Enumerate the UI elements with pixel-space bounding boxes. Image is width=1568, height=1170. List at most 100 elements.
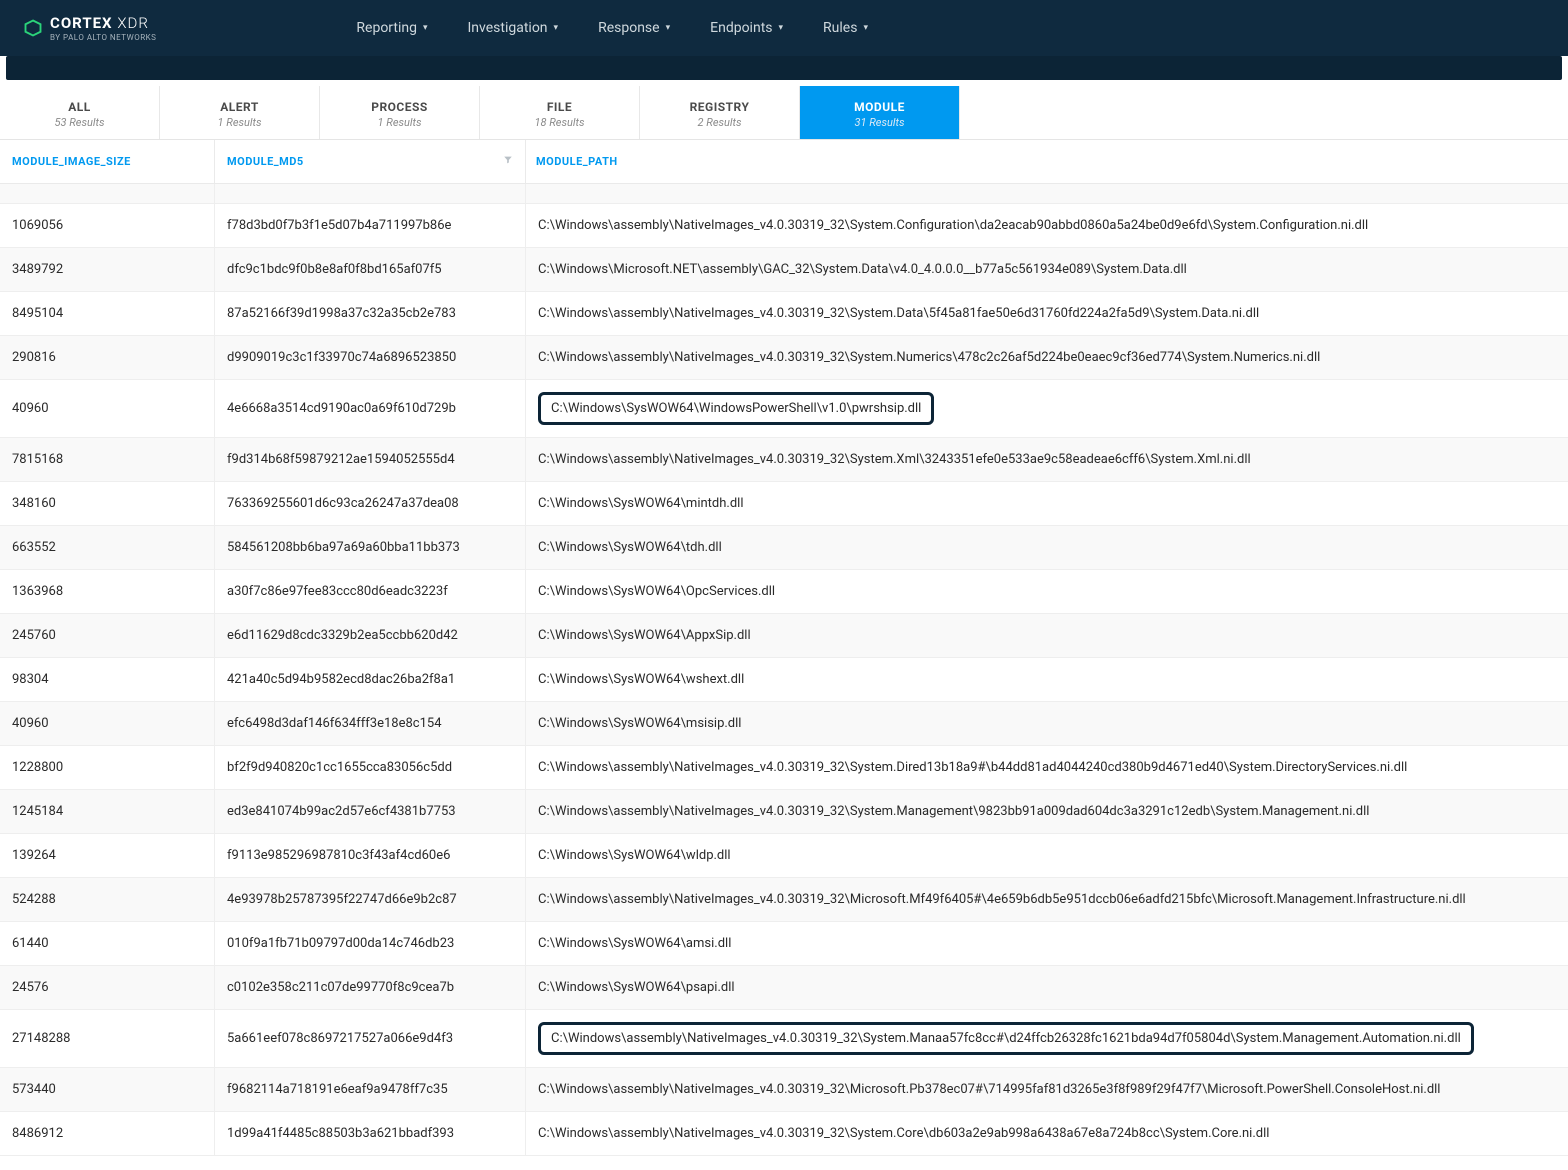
table-row[interactable]: 245760e6d11629d8cdc3329b2ea5ccbb620d42C:… xyxy=(0,614,1568,658)
cell-image-size: 61440 xyxy=(0,922,215,965)
tabs-row: ALL53 ResultsALERT1 ResultsPROCESS1 Resu… xyxy=(0,86,1568,140)
tab-label: REGISTRY xyxy=(640,100,799,114)
highlighted-path: C:\Windows\assembly\NativeImages_v4.0.30… xyxy=(538,1022,1474,1055)
cell-md5: 421a40c5d94b9582ecd8dac26ba2f8a1 xyxy=(215,658,526,701)
tab-sublabel: 18 Results xyxy=(480,116,639,129)
cell-image-size: 7815168 xyxy=(0,438,215,481)
tab-label: ALL xyxy=(0,100,159,114)
table-row[interactable]: 61440010f9a1fb71b09797d00da14c746db23C:\… xyxy=(0,922,1568,966)
table-row[interactable]: 84869121d99a41f4485c88503b3a621bbadf393C… xyxy=(0,1112,1568,1156)
tab-module[interactable]: MODULE 31 Results xyxy=(800,86,960,139)
cell-image-size: 1228800 xyxy=(0,746,215,789)
partial-row-top xyxy=(0,184,1568,204)
cell-image-size: 98304 xyxy=(0,658,215,701)
tab-sublabel: 31 Results xyxy=(800,116,959,129)
cell-md5: f9113e985296987810c3f43af4cd60e6 xyxy=(215,834,526,877)
tab-label: MODULE xyxy=(800,100,959,114)
cell-md5: f9d314b68f59879212ae1594052555d4 xyxy=(215,438,526,481)
cell-md5: 1d99a41f4485c88503b3a621bbadf393 xyxy=(215,1112,526,1155)
cell-image-size: 8495104 xyxy=(0,292,215,335)
nav-item-response[interactable]: Response ▾ xyxy=(598,20,670,36)
table-row[interactable]: 40960efc6498d3daf146f634fff3e18e8c154C:\… xyxy=(0,702,1568,746)
cell-md5: 4e6668a3514cd9190ac0a69f610d729b xyxy=(215,380,526,437)
cell-path: C:\Windows\SysWOW64\tdh.dll xyxy=(526,526,1568,569)
cell-image-size: 1363968 xyxy=(0,570,215,613)
tab-sublabel: 1 Results xyxy=(160,116,319,129)
cell-image-size: 245760 xyxy=(0,614,215,657)
cell-image-size: 24576 xyxy=(0,966,215,1009)
cell-image-size: 8486912 xyxy=(0,1112,215,1155)
cell-path: C:\Windows\assembly\NativeImages_v4.0.30… xyxy=(526,336,1568,379)
tab-label: ALERT xyxy=(160,100,319,114)
cell-image-size: 40960 xyxy=(0,380,215,437)
table-row[interactable]: 7815168f9d314b68f59879212ae1594052555d4C… xyxy=(0,438,1568,482)
table-row[interactable]: 1228800bf2f9d940820c1cc1655cca83056c5ddC… xyxy=(0,746,1568,790)
table-row[interactable]: 3489792dfc9c1bdc9f0b8e8af0f8bd165af07f5C… xyxy=(0,248,1568,292)
cell-md5: 010f9a1fb71b09797d00da14c746db23 xyxy=(215,922,526,965)
brand-logo[interactable]: CORTEX XDR BY PALO ALTO NETWORKS xyxy=(24,14,156,42)
nav-item-reporting[interactable]: Reporting▾ xyxy=(356,20,427,36)
cell-image-size: 1069056 xyxy=(0,204,215,247)
brand-name: CORTEX XDR xyxy=(50,14,156,32)
cell-image-size: 663552 xyxy=(0,526,215,569)
logo-icon xyxy=(24,19,42,37)
cell-image-size: 573440 xyxy=(0,1068,215,1111)
cell-path: C:\Windows\SysWOW64\wshext.dll xyxy=(526,658,1568,701)
table-row[interactable]: 1363968a30f7c86e97fee83ccc80d6eadc3223fC… xyxy=(0,570,1568,614)
cell-md5: f78d3bd0f7b3f1e5d07b4a711997b86e xyxy=(215,204,526,247)
table-row[interactable]: 139264f9113e985296987810c3f43af4cd60e6C:… xyxy=(0,834,1568,878)
column-header-size[interactable]: MODULE_IMAGE_SIZE xyxy=(0,140,215,183)
chevron-down-icon: ▾ xyxy=(666,23,671,33)
nav-item-rules[interactable]: Rules▾ xyxy=(823,20,868,36)
data-rows: 1069056f78d3bd0f7b3f1e5d07b4a711997b86e C… xyxy=(0,204,1568,1156)
table-row[interactable]: 1245184ed3e841074b99ac2d57e6cf4381b7753C… xyxy=(0,790,1568,834)
cell-path: C:\Windows\SysWOW64\psapi.dll xyxy=(526,966,1568,1009)
tab-sublabel: 2 Results xyxy=(640,116,799,129)
nav-item-endpoints[interactable]: Endpoints▾ xyxy=(710,20,783,36)
table-row[interactable]: 271482885a661eef078c8697217527a066e9d4f3… xyxy=(0,1010,1568,1068)
cell-path: C:\Windows\assembly\NativeImages_v4.0.30… xyxy=(526,1068,1568,1111)
tab-process[interactable]: PROCESS 1 Results xyxy=(320,86,480,139)
chevron-down-icon: ▾ xyxy=(423,23,428,33)
cell-image-size: 40960 xyxy=(0,702,215,745)
cell-md5: f9682114a718191e6eaf9a9478ff7c35 xyxy=(215,1068,526,1111)
column-header-path[interactable]: MODULE_PATH xyxy=(526,155,1568,168)
cell-md5: dfc9c1bdc9f0b8e8af0f8bd165af07f5 xyxy=(215,248,526,291)
column-header-size-label: MODULE_IMAGE_SIZE xyxy=(12,155,131,168)
tab-alert[interactable]: ALERT 1 Results xyxy=(160,86,320,139)
tab-registry[interactable]: REGISTRY 2 Results xyxy=(640,86,800,139)
table-row[interactable]: 98304421a40c5d94b9582ecd8dac26ba2f8a1C:\… xyxy=(0,658,1568,702)
brand-tagline: BY PALO ALTO NETWORKS xyxy=(50,33,156,42)
cell-md5: 763369255601d6c93ca26247a37dea08 xyxy=(215,482,526,525)
table-row[interactable]: 24576c0102e358c211c07de99770f8c9cea7bC:\… xyxy=(0,966,1568,1010)
column-header-md5-label: MODULE_MD5 xyxy=(227,155,304,168)
table-row[interactable]: 290816d9909019c3c1f33970c74a6896523850C:… xyxy=(0,336,1568,380)
nav-item-label: Rules xyxy=(823,20,857,36)
nav-item-label: Response xyxy=(598,20,660,36)
cell-image-size: 3489792 xyxy=(0,248,215,291)
table-row[interactable]: 573440f9682114a718191e6eaf9a9478ff7c35C:… xyxy=(0,1068,1568,1112)
table-row[interactable]: 5242884e93978b25787395f22747d66e9b2c87C:… xyxy=(0,878,1568,922)
tab-all[interactable]: ALL 53 Results xyxy=(0,86,160,139)
table-row[interactable]: 409604e6668a3514cd9190ac0a69f610d729b C:\… xyxy=(0,380,1568,438)
nav-item-investigation[interactable]: Investigation▾ xyxy=(468,20,559,36)
tab-file[interactable]: FILE18 Results xyxy=(480,86,640,139)
cell-md5: 584561208bb6ba97a69a60bba11bb373 xyxy=(215,526,526,569)
column-headers-row: MODULE_IMAGE_SIZE MODULE_MD5 MODULE_PATH xyxy=(0,140,1568,184)
table-row[interactable]: 348160763369255601d6c93ca26247a37dea08C:… xyxy=(0,482,1568,526)
cell-path: C:\Windows\SysWOW64\wldp.dll xyxy=(526,834,1568,877)
table-row[interactable]: 849510487a52166f39d1998a37c32a35cb2e783C… xyxy=(0,292,1568,336)
tab-sublabel: 53 Results xyxy=(0,116,159,129)
column-header-md5[interactable]: MODULE_MD5 xyxy=(215,140,526,183)
highlighted-path: C:\Windows\SysWOW64\WindowsPowerShell\v1… xyxy=(538,392,934,425)
cell-path: C:\Windows\SysWOW64\mintdh.dll xyxy=(526,482,1568,525)
tab-label: PROCESS xyxy=(320,100,479,114)
cell-path: C:\Windows\assembly\NativeImages_v4.0.30… xyxy=(526,1010,1568,1067)
cell-path: C:\Windows\SysWOW64\WindowsPowerShell\v1… xyxy=(526,380,1568,437)
cell-image-size: 139264 xyxy=(0,834,215,877)
filter-icon[interactable] xyxy=(503,155,513,168)
cell-md5: 5a661eef078c8697217527a066e9d4f3 xyxy=(215,1010,526,1067)
tab-sublabel: 1 Results xyxy=(320,116,479,129)
table-row[interactable]: 1069056f78d3bd0f7b3f1e5d07b4a711997b86eC… xyxy=(0,204,1568,248)
table-row[interactable]: 663552584561208bb6ba97a69a60bba11bb373C:… xyxy=(0,526,1568,570)
